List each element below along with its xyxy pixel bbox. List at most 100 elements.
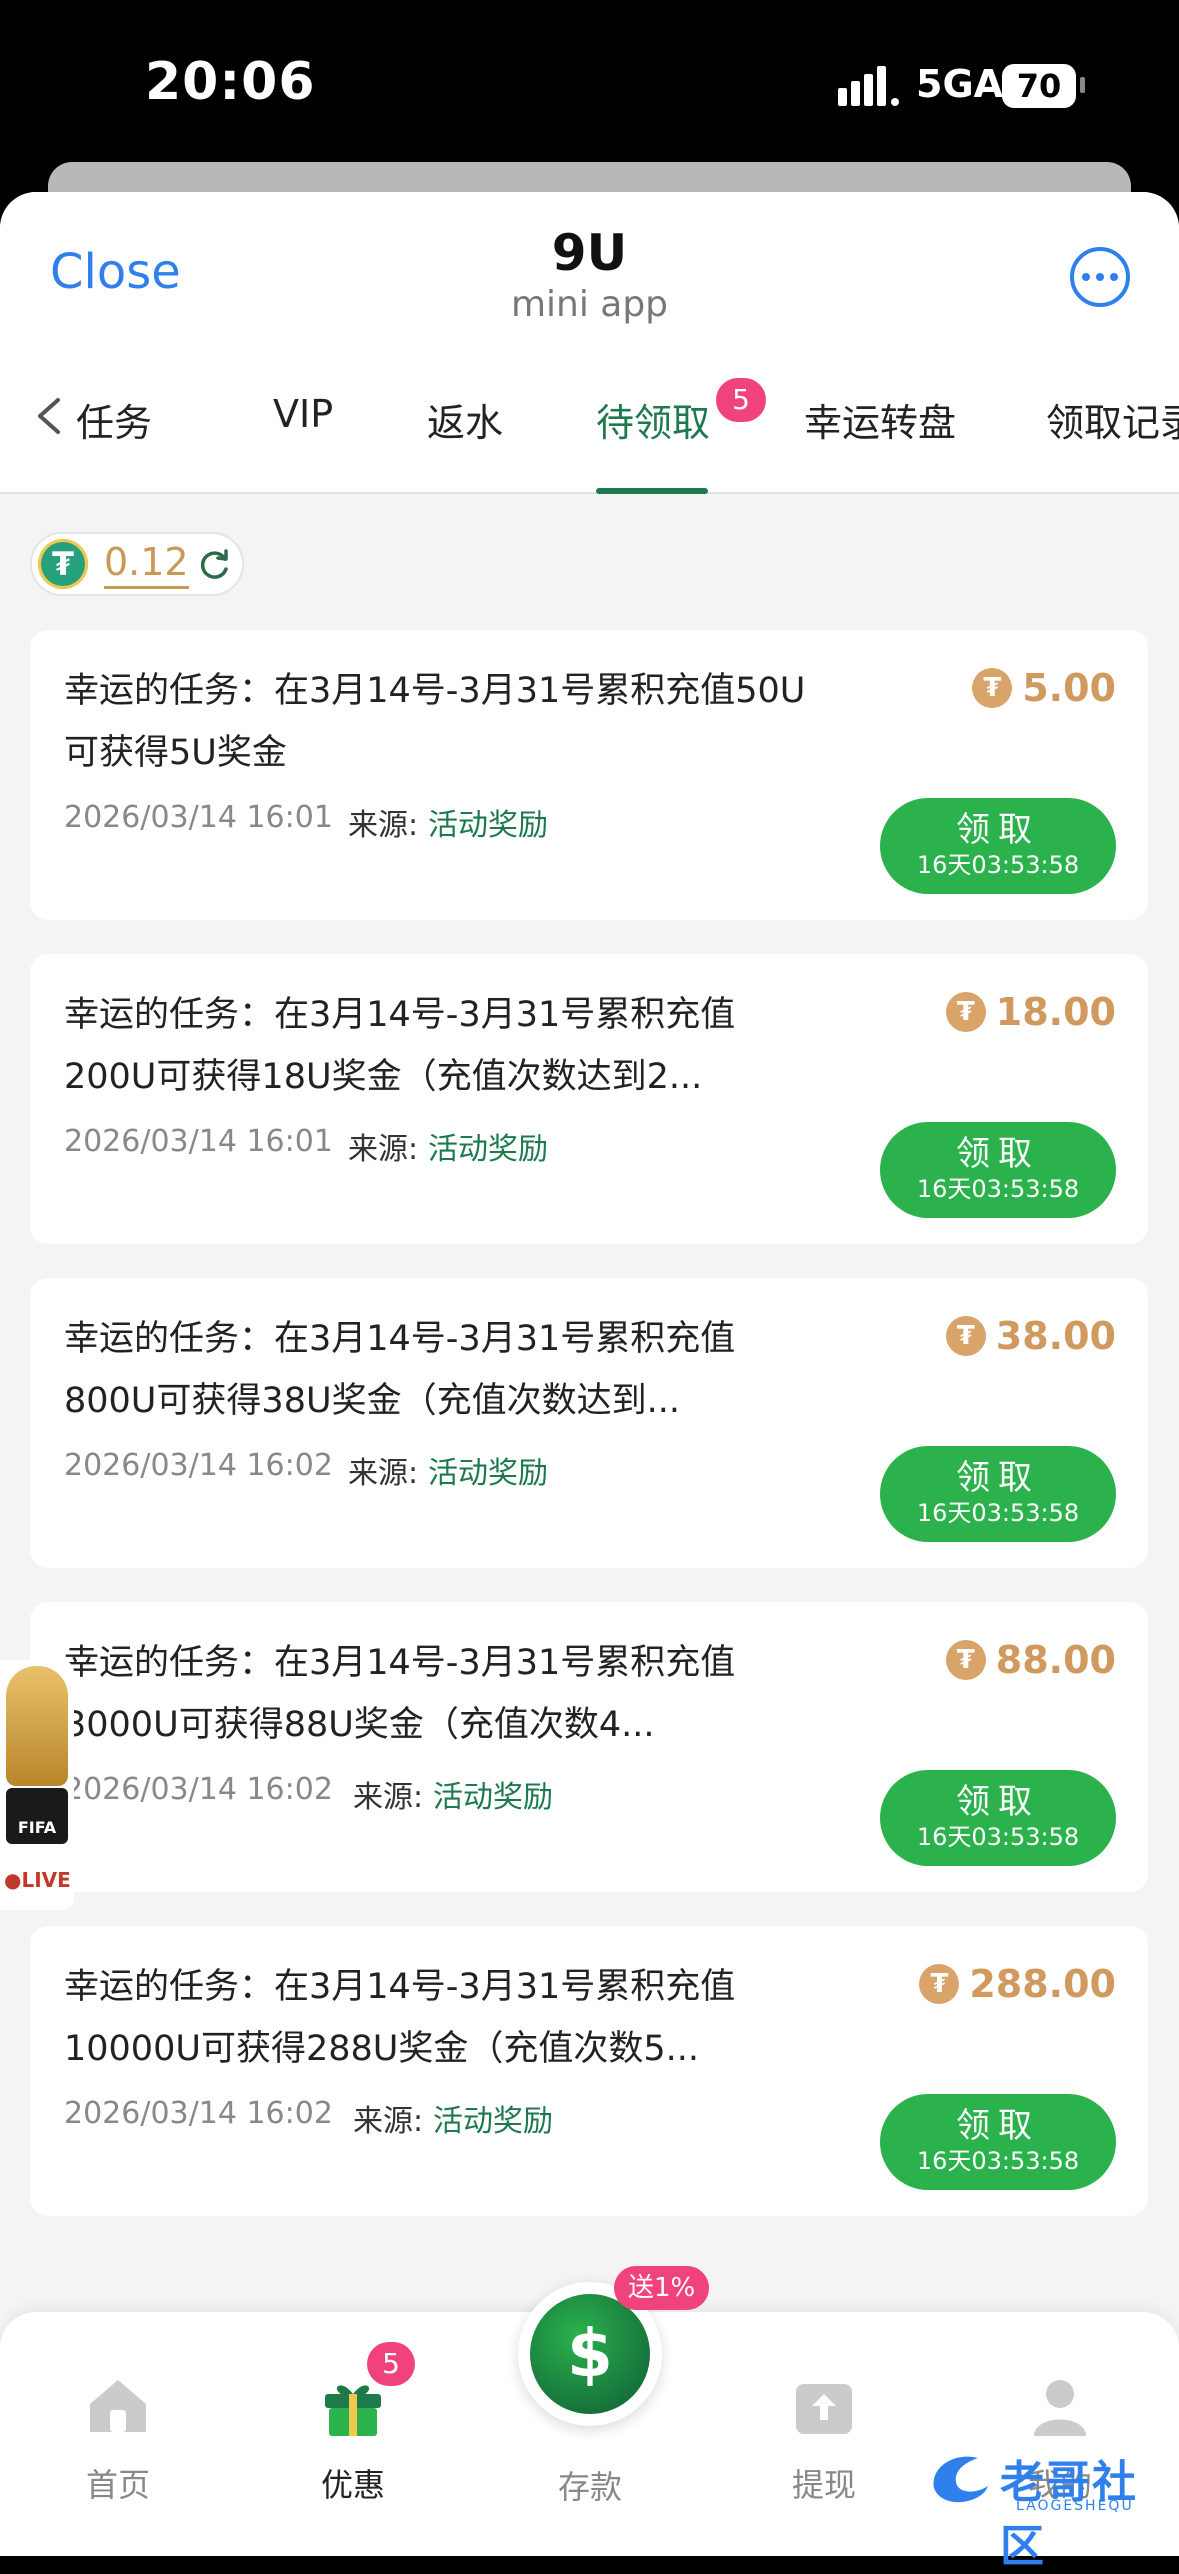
app-subtitle: mini app	[510, 284, 669, 325]
source-label: 来源:	[348, 808, 419, 843]
reward-amount: 288.00	[969, 1962, 1116, 2006]
task-source: 活动奖励	[433, 2104, 553, 2139]
app-title: 9U	[551, 224, 628, 282]
sheet-header: Close 9U mini app	[0, 192, 1179, 342]
dragon-logo-icon	[933, 2456, 988, 2503]
signal-icon	[838, 66, 899, 106]
balance-value[interactable]: 0.12	[104, 538, 189, 589]
task-source: 活动奖励	[428, 1132, 548, 1167]
watermark-subtext: LAOGESHEQU	[1016, 2498, 1134, 2514]
live-text: LIVE	[21, 1868, 71, 1892]
claim-label: 领取	[956, 810, 1040, 850]
usdt-coin-icon: ₮	[945, 1640, 986, 1680]
more-options-icon[interactable]	[1070, 247, 1130, 307]
task-reward: ₮ 88.00	[945, 1638, 1116, 1682]
reward-amount: 88.00	[995, 1638, 1116, 1682]
task-source: 活动奖励	[433, 1780, 553, 1815]
chevron-left-icon[interactable]	[30, 396, 70, 436]
task-reward: ₮ 18.00	[945, 990, 1116, 1034]
live-label: ●LIVE	[4, 1868, 71, 1892]
usdt-coin-icon: ₮	[972, 668, 1013, 708]
claim-button[interactable]: 领取 16天03:53:58	[880, 798, 1116, 894]
usdt-coin-icon: ₮	[919, 1964, 960, 2004]
fifa-live-widget[interactable]: FIFA ●LIVE	[0, 1660, 74, 1910]
status-time: 20:06	[145, 52, 316, 112]
nav-withdraw[interactable]: 提现	[754, 2370, 894, 2506]
task-card: 幸运的任务：在3月14号-3月31号累积充值10000U可获得288U奖金（充值…	[30, 1926, 1148, 2216]
task-date: 2026/03/14 16:02	[64, 1448, 333, 1483]
task-date: 2026/03/14 16:01	[64, 800, 333, 835]
source-label: 来源:	[353, 2104, 424, 2139]
task-source: 活动奖励	[428, 1456, 548, 1491]
tab-tasks[interactable]: 任务	[76, 392, 152, 447]
withdraw-icon	[796, 2384, 852, 2434]
task-date: 2026/03/14 16:02	[64, 2096, 333, 2131]
tab-claim-history[interactable]: 领取记录	[1046, 392, 1179, 447]
source-label: 来源:	[348, 1132, 419, 1167]
task-card: 幸运的任务：在3月14号-3月31号累积充值50U可获得5U奖金 ₮ 5.00 202…	[30, 630, 1148, 920]
claim-countdown: 16天03:53:58	[916, 851, 1080, 879]
task-reward: ₮ 5.00	[972, 666, 1116, 710]
claim-button[interactable]: 领取 16天03:53:58	[880, 1446, 1116, 1542]
claim-countdown: 16天03:53:58	[916, 2147, 1080, 2175]
claim-label: 领取	[956, 1782, 1040, 1822]
fifa-logo: FIFA	[6, 1788, 68, 1844]
claim-button[interactable]: 领取 16天03:53:58	[880, 2094, 1116, 2190]
tab-lucky-wheel[interactable]: 幸运转盘	[804, 392, 956, 447]
claim-countdown: 16天03:53:58	[916, 1499, 1080, 1527]
source-label: 来源:	[348, 1456, 419, 1491]
task-card: 幸运的任务：在3月14号-3月31号累积充值200U可获得18U奖金（充值次数达…	[30, 954, 1148, 1244]
tab-vip[interactable]: VIP	[273, 392, 333, 436]
claim-button[interactable]: 领取 16天03:53:58	[880, 1770, 1116, 1866]
profile-icon	[1034, 2380, 1086, 2436]
task-date: 2026/03/14 16:02	[64, 1772, 333, 1807]
task-title: 幸运的任务：在3月14号-3月31号累积充值10000U可获得288U奖金（充值…	[64, 1967, 736, 2069]
claim-label: 领取	[956, 1134, 1040, 1174]
tab-pending[interactable]: 待领取	[596, 392, 710, 447]
reward-amount: 38.00	[995, 1314, 1116, 1358]
tab-rebate[interactable]: 返水	[427, 392, 503, 447]
usdt-coin-icon: ₮	[945, 992, 986, 1032]
task-reward: ₮ 288.00	[919, 1962, 1116, 2006]
nav-home[interactable]: 首页	[48, 2370, 188, 2506]
tab-pending-badge: 5	[716, 378, 766, 422]
nav-deposit-label[interactable]: 存款	[520, 2462, 660, 2508]
nav-withdraw-label: 提现	[791, 2466, 856, 2504]
home-icon	[90, 2380, 146, 2432]
bottom-navigation: 首页 优惠 5 $ 送1% 存款 提现 我的 老哥社区 LAOGESHEQU	[0, 2266, 1179, 2572]
refresh-icon[interactable]	[195, 546, 233, 584]
mini-app-sheet: Close 9U mini app 任务 VIP 返水 待领取 幸运转盘 领取记…	[0, 192, 1179, 2556]
task-title: 幸运的任务：在3月14号-3月31号累积充值200U可获得18U奖金（充值次数达…	[64, 995, 736, 1097]
claim-label: 领取	[956, 2106, 1040, 2146]
deposit-dollar-icon: $	[530, 2294, 650, 2414]
nav-home-label: 首页	[85, 2466, 150, 2504]
watermark-logo: 老哥社区 LAOGESHEQU	[916, 2440, 1166, 2572]
tab-bar: 任务 VIP 返水 待领取 幸运转盘 领取记录	[0, 342, 1179, 494]
deposit-bonus-tag: 送1%	[614, 2266, 710, 2310]
network-type: 5GA	[916, 62, 1004, 106]
battery-tip	[1080, 77, 1085, 93]
usdt-coin-icon: ₮	[945, 1316, 986, 1356]
claim-countdown: 16天03:53:58	[916, 1175, 1080, 1203]
task-title: 幸运的任务：在3月14号-3月31号累积充值800U可获得38U奖金（充值次数达…	[64, 1319, 736, 1421]
battery-level: 70	[1016, 67, 1062, 105]
task-title: 幸运的任务：在3月14号-3月31号累积充值50U可获得5U奖金	[64, 671, 806, 773]
reward-amount: 5.00	[1022, 666, 1116, 710]
nav-promo[interactable]: 优惠 5	[283, 2342, 423, 2506]
task-card: 幸运的任务：在3月14号-3月31号累积充值800U可获得38U奖金（充值次数达…	[30, 1278, 1148, 1568]
task-date: 2026/03/14 16:01	[64, 1124, 333, 1159]
nav-promo-label: 优惠	[320, 2466, 385, 2504]
reward-amount: 18.00	[995, 990, 1116, 1034]
trophy-icon	[6, 1666, 68, 1786]
status-bar: 20:06 5GA 70	[0, 0, 1179, 170]
claim-label: 领取	[956, 1458, 1040, 1498]
balance-pill: ₮ 0.12	[30, 532, 244, 596]
task-source: 活动奖励	[428, 808, 548, 843]
claim-button[interactable]: 领取 16天03:53:58	[880, 1122, 1116, 1218]
nav-promo-badge: 5	[367, 2342, 415, 2386]
claim-countdown: 16天03:53:58	[916, 1823, 1080, 1851]
task-card: 幸运的任务：在3月14号-3月31号累积充值3000U可获得88U奖金（充值次数…	[30, 1602, 1148, 1892]
active-tab-indicator	[596, 488, 708, 494]
task-reward: ₮ 38.00	[945, 1314, 1116, 1358]
usdt-icon: ₮	[38, 539, 88, 589]
